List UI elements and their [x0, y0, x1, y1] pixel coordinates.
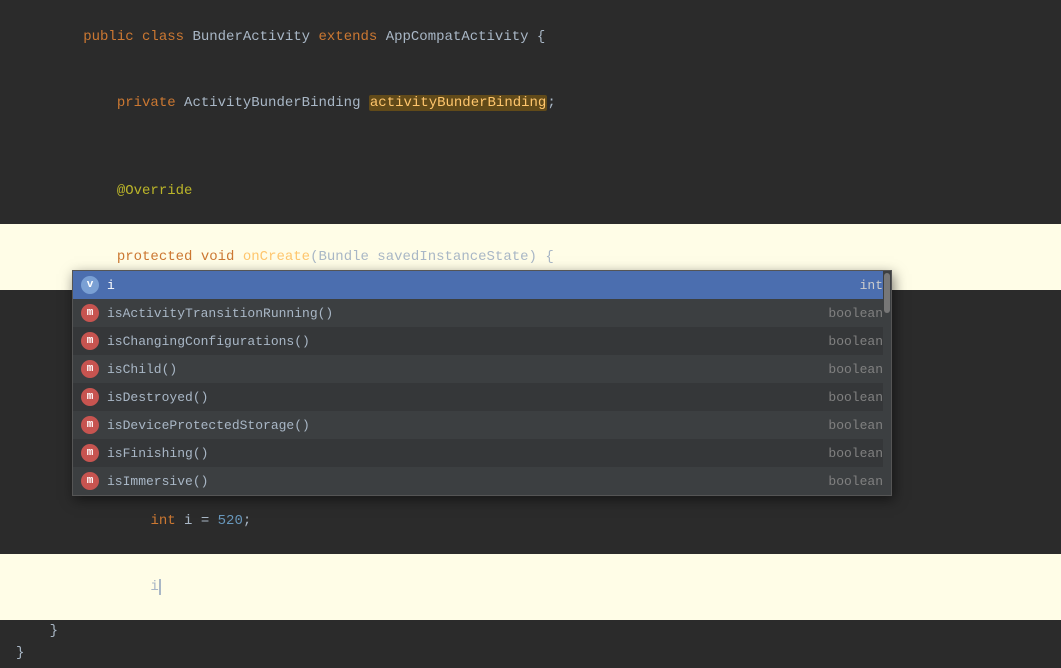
classname-binding: ActivityBunderBinding	[184, 95, 369, 111]
badge-method-3: m	[81, 360, 99, 378]
keyword-protected: protected	[117, 249, 201, 265]
autocomplete-name-6: isFinishing()	[107, 446, 828, 461]
classname-bunder: BunderActivity	[192, 29, 318, 45]
keyword-class: class	[142, 29, 192, 45]
autocomplete-item-6[interactable]: m isFinishing() boolean	[73, 439, 891, 467]
code-line-4: @Override	[0, 158, 1061, 224]
autocomplete-name-1: isActivityTransitionRunning()	[107, 306, 828, 321]
autocomplete-item-5[interactable]: m isDeviceProtectedStorage() boolean	[73, 411, 891, 439]
autocomplete-type-5: boolean	[828, 418, 883, 433]
badge-method-4: m	[81, 388, 99, 406]
autocomplete-item-1[interactable]: m isActivityTransitionRunning() boolean	[73, 299, 891, 327]
keyword-public: public	[83, 29, 142, 45]
autocomplete-name-3: isChild()	[107, 362, 828, 377]
code-line-10: i	[0, 554, 1061, 620]
badge-method-2: m	[81, 332, 99, 350]
badge-method-7: m	[81, 472, 99, 490]
badge-method-6: m	[81, 444, 99, 462]
keyword-int: int	[150, 513, 184, 529]
autocomplete-item-3[interactable]: m isChild() boolean	[73, 355, 891, 383]
badge-method-5: m	[81, 416, 99, 434]
autocomplete-type-6: boolean	[828, 446, 883, 461]
autocomplete-type-1: boolean	[828, 306, 883, 321]
classname-appcompat: AppCompatActivity	[386, 29, 529, 45]
code-line-close2: }	[0, 642, 1061, 664]
text-cursor	[159, 579, 161, 595]
autocomplete-dropdown[interactable]: v i int m isActivityTransitionRunning() …	[72, 270, 892, 496]
autocomplete-name-5: isDeviceProtectedStorage()	[107, 418, 828, 433]
autocomplete-type-3: boolean	[828, 362, 883, 377]
autocomplete-type-2: boolean	[828, 334, 883, 349]
autocomplete-item-7[interactable]: m isImmersive() boolean	[73, 467, 891, 495]
autocomplete-type-0: int	[860, 278, 883, 293]
autocomplete-type-7: boolean	[828, 474, 883, 489]
code-editor: public class BunderActivity extends AppC…	[0, 0, 1061, 506]
code-line-3	[0, 136, 1061, 158]
autocomplete-type-4: boolean	[828, 390, 883, 405]
number-520: 520	[218, 513, 243, 529]
autocomplete-name-4: isDestroyed()	[107, 390, 828, 405]
keyword-private: private	[117, 95, 184, 111]
classname-bundle: Bundle	[318, 249, 368, 265]
autocomplete-scrollbar[interactable]	[883, 271, 891, 495]
autocomplete-item-4[interactable]: m isDestroyed() boolean	[73, 383, 891, 411]
badge-method-1: m	[81, 304, 99, 322]
autocomplete-name-7: isImmersive()	[107, 474, 828, 489]
keyword-extends: extends	[318, 29, 385, 45]
annotation-override: @Override	[117, 183, 193, 199]
autocomplete-item-0[interactable]: v i int	[73, 271, 891, 299]
autocomplete-scrollbar-thumb	[884, 273, 890, 313]
code-line-9: int i = 520;	[0, 488, 1061, 554]
autocomplete-name-0: i	[107, 278, 860, 293]
autocomplete-name-2: isChangingConfigurations()	[107, 334, 828, 349]
badge-variable-0: v	[81, 276, 99, 294]
code-line-1: public class BunderActivity extends AppC…	[0, 4, 1061, 70]
code-line-2: private ActivityBunderBinding activityBu…	[0, 70, 1061, 136]
code-line-close1: }	[0, 620, 1061, 642]
autocomplete-item-2[interactable]: m isChangingConfigurations() boolean	[73, 327, 891, 355]
keyword-void: void	[201, 249, 243, 265]
var-activity-bunder-binding: activityBunderBinding	[369, 95, 547, 111]
method-oncreate: onCreate	[243, 249, 310, 265]
